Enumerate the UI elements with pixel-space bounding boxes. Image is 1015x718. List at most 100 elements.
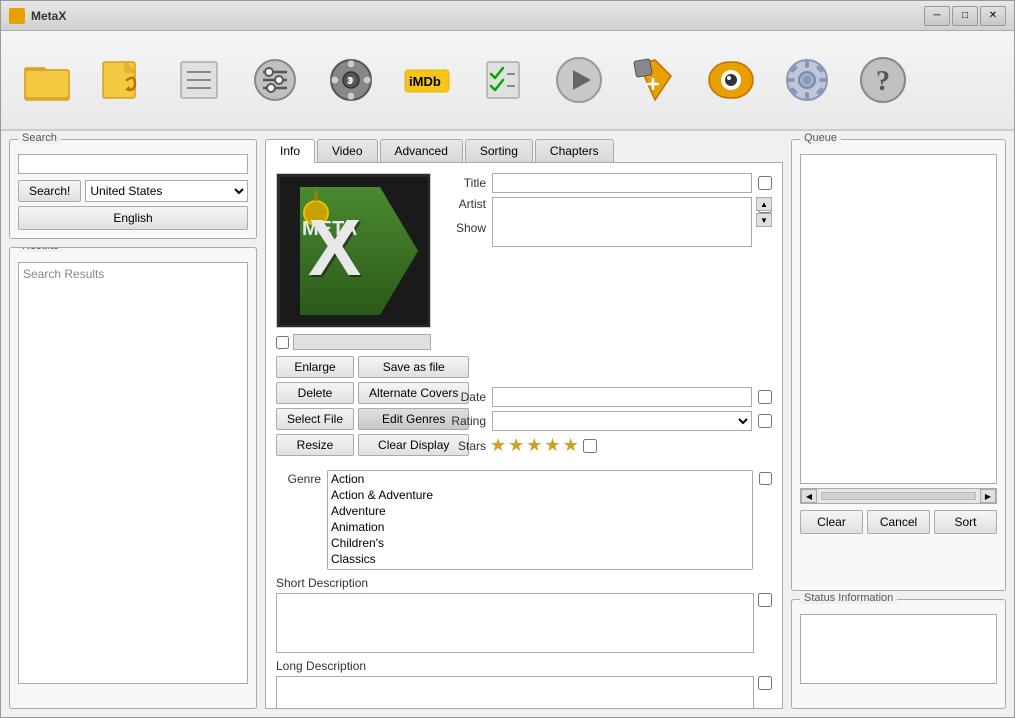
help-button[interactable]: ? — [847, 40, 919, 120]
svg-text:?: ? — [876, 66, 890, 97]
cover-progress-bar — [293, 334, 431, 350]
preview-icon — [705, 54, 757, 106]
genre-area: Genre Action Action & Adventure Adventur… — [276, 470, 772, 570]
maximize-button[interactable]: □ — [952, 6, 978, 26]
artist-label: Artist — [441, 197, 486, 211]
cover-art: X X META — [280, 177, 428, 325]
tab-chapters[interactable]: Chapters — [535, 139, 614, 162]
star-3[interactable]: ★ — [526, 435, 542, 456]
genre-action: Action — [328, 471, 752, 487]
cover-image: X X META — [276, 173, 431, 328]
date-checkbox[interactable] — [758, 390, 772, 404]
queue-scroll-right[interactable]: ▶ — [980, 489, 996, 503]
short-desc-input[interactable] — [276, 593, 754, 653]
recent-files-button[interactable] — [87, 40, 159, 120]
checklist-button[interactable] — [467, 40, 539, 120]
gear-button[interactable] — [771, 40, 843, 120]
genre-classics: Classics — [328, 551, 752, 567]
star-4[interactable]: ★ — [544, 435, 560, 456]
file-list-icon — [173, 54, 225, 106]
queue-sort-button[interactable]: Sort — [934, 510, 997, 534]
title-bar: MetaX ─ □ ✕ — [1, 1, 1014, 31]
artist-show-input[interactable] — [492, 197, 752, 247]
svg-text:3: 3 — [347, 76, 353, 87]
left-panel: Search Search! United States United King… — [9, 139, 257, 709]
genre-select[interactable]: Action Action & Adventure Adventure Anim… — [327, 470, 753, 570]
enlarge-button[interactable]: Enlarge — [276, 356, 354, 378]
stars-display[interactable]: ★ ★ ★ ★ ★ — [490, 435, 579, 456]
date-input[interactable] — [492, 387, 752, 407]
minimize-button[interactable]: ─ — [924, 6, 950, 26]
delete-button[interactable]: Delete — [276, 382, 354, 404]
artist-show-row: Artist Show ▲ ▼ — [441, 197, 772, 383]
queue-list[interactable] — [800, 154, 997, 484]
star-2[interactable]: ★ — [508, 435, 524, 456]
queue-scroll-left[interactable]: ◀ — [801, 489, 817, 503]
artist-scroll-down[interactable]: ▼ — [756, 213, 772, 227]
results-list[interactable]: Search Results — [18, 262, 248, 684]
stars-checkbox[interactable] — [583, 439, 597, 453]
queue-group: Queue ◀ ▶ Clear Cancel Sort — [791, 139, 1006, 591]
search-group: Search Search! United States United King… — [9, 139, 257, 239]
film-reel-button[interactable]: 3 — [315, 40, 387, 120]
auto-tag-icon — [629, 54, 681, 106]
tab-video[interactable]: Video — [317, 139, 377, 162]
fields-area: Title Artist Show — [441, 173, 772, 456]
star-1[interactable]: ★ — [490, 435, 506, 456]
queue-label: Queue — [800, 132, 841, 144]
stars-label: Stars — [441, 439, 486, 453]
tab-info[interactable]: Info — [265, 139, 315, 163]
main-window: MetaX ─ □ ✕ — [0, 0, 1015, 718]
cover-checkbox[interactable] — [276, 336, 289, 349]
tab-sorting[interactable]: Sorting — [465, 139, 533, 162]
stars-row: Stars ★ ★ ★ ★ ★ — [441, 435, 772, 456]
imdb-icon: iMDb — [401, 54, 453, 106]
short-desc-label: Short Description — [276, 576, 772, 590]
preview-button[interactable] — [695, 40, 767, 120]
queue-scrollbar[interactable]: ◀ ▶ — [800, 488, 997, 504]
app-title: MetaX — [31, 9, 66, 23]
star-5[interactable]: ★ — [563, 435, 579, 456]
select-file-button[interactable]: Select File — [276, 408, 354, 430]
genre-checkbox[interactable] — [759, 472, 772, 485]
genre-comedy: Comedy — [328, 567, 752, 570]
close-button[interactable]: ✕ — [980, 6, 1006, 26]
queue-cancel-button[interactable]: Cancel — [867, 510, 930, 534]
tab-advanced[interactable]: Advanced — [380, 139, 463, 162]
short-desc-row — [276, 593, 772, 653]
recent-files-icon — [97, 54, 149, 106]
results-placeholder: Search Results — [21, 265, 245, 283]
long-desc-input[interactable] — [276, 676, 754, 709]
open-folder-button[interactable] — [11, 40, 83, 120]
cover-checkbox-row — [276, 334, 431, 350]
settings-button[interactable] — [239, 40, 311, 120]
rating-checkbox[interactable] — [758, 414, 772, 428]
file-list-button[interactable] — [163, 40, 235, 120]
search-input[interactable] — [18, 154, 248, 174]
date-row: Date — [441, 387, 772, 407]
tabs-container: Info Video Advanced Sorting Chapters — [265, 139, 783, 163]
middle-panel: Info Video Advanced Sorting Chapters — [265, 139, 783, 709]
rating-select[interactable] — [492, 411, 752, 431]
svg-text:X: X — [308, 203, 361, 292]
play-button[interactable] — [543, 40, 615, 120]
long-desc-row — [276, 676, 772, 709]
long-desc-checkbox[interactable] — [758, 676, 772, 690]
svg-text:META: META — [302, 218, 357, 240]
info-top: X X META Enlarge — [276, 173, 772, 456]
country-select[interactable]: United States United Kingdom Canada — [85, 180, 248, 202]
artist-scroll-up[interactable]: ▲ — [756, 197, 772, 211]
language-button[interactable]: English — [18, 206, 248, 230]
imdb-button[interactable]: iMDb — [391, 40, 463, 120]
app-icon — [9, 8, 25, 24]
auto-tag-button[interactable] — [619, 40, 691, 120]
results-group: Results Search Results — [9, 247, 257, 709]
date-label: Date — [441, 390, 486, 404]
gear-icon — [781, 54, 833, 106]
title-input[interactable] — [492, 173, 752, 193]
search-button[interactable]: Search! — [18, 180, 81, 202]
resize-button[interactable]: Resize — [276, 434, 354, 456]
queue-clear-button[interactable]: Clear — [800, 510, 863, 534]
title-checkbox[interactable] — [758, 176, 772, 190]
short-desc-checkbox[interactable] — [758, 593, 772, 607]
